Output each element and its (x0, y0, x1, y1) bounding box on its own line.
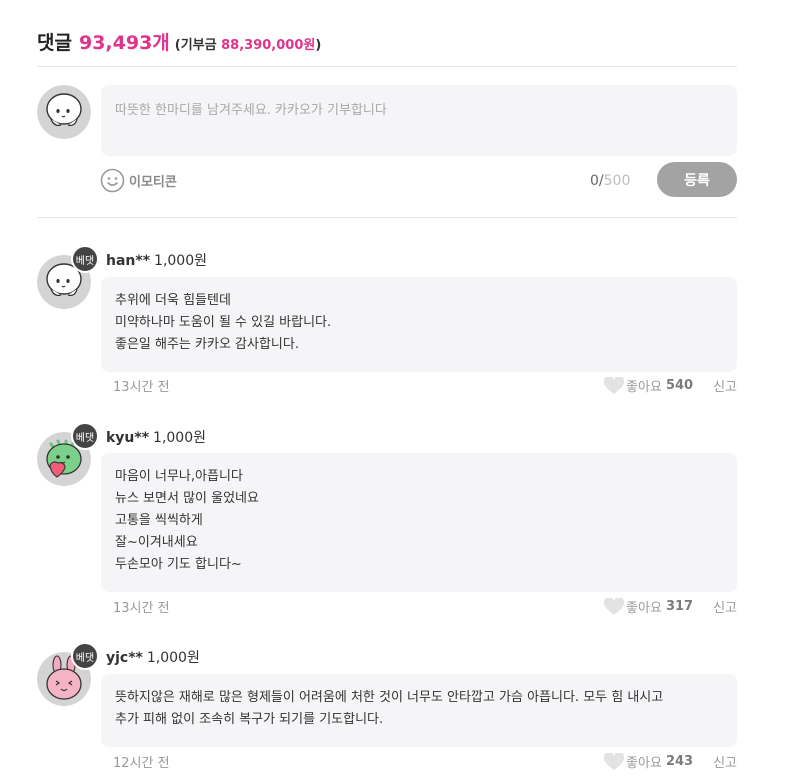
like-count: 243 (665, 754, 694, 769)
like-label: 좋아요 (626, 380, 662, 395)
like-button[interactable]: 좋아요 540 (604, 376, 693, 395)
report-button[interactable]: 신고 (713, 376, 737, 395)
header-divider (37, 66, 737, 67)
donation-amount: 88,390,000원 (221, 38, 316, 53)
best-comment-badge: 베댓 (71, 422, 99, 450)
comment-text-line: 미약하나마 도움이 될 수 있길 바랍니다. (115, 315, 332, 330)
comment-donation: 1,000원 (146, 650, 200, 666)
comment-text-line: 마음이 너무나,아픕니다 (115, 469, 243, 484)
comment-bubble: 추위에 더욱 힘들텐데 미약하나마 도움이 될 수 있길 바랍니다. 좋은일 해… (101, 277, 737, 372)
comment-text-line: 잘~이겨내세요 (115, 535, 198, 550)
donation-prefix: (기부금 (174, 38, 222, 53)
report-button[interactable]: 신고 (713, 597, 737, 616)
comment-text-line: 뜻하지않은 재해로 많은 형제들이 어려움에 처한 것이 너무도 안타깝고 가슴… (115, 690, 664, 705)
comment-input[interactable] (101, 85, 737, 156)
comment-text-line: 좋은일 해주는 카카오 감사합니다. (115, 337, 299, 352)
like-count: 317 (665, 599, 694, 614)
char-max: 500 (603, 173, 631, 189)
like-button[interactable]: 좋아요 243 (604, 752, 693, 771)
comment-donation: 1,000원 (154, 253, 207, 269)
best-comment-badge: 베댓 (71, 245, 99, 273)
comment-input-box[interactable] (101, 85, 737, 156)
comment-head: yjc** 1,000원 (106, 647, 200, 667)
like-label: 좋아요 (626, 601, 662, 616)
char-count: 0 (590, 173, 599, 189)
comment-bubble: 뜻하지않은 재해로 많은 형제들이 어려움에 처한 것이 너무도 안타깝고 가슴… (101, 674, 737, 747)
comment-text-line: 고통을 씩씩하게 (115, 513, 203, 528)
comment-actions: 좋아요 317 신고 (604, 597, 737, 616)
comment-label: 댓글 (37, 32, 72, 54)
comment-donation: 1,000원 (153, 430, 207, 446)
composer-divider (37, 217, 737, 218)
char-counter: 0/500 (590, 173, 630, 189)
best-comment-badge: 베댓 (71, 642, 99, 670)
comment-text-line: 추위에 더욱 힘들텐데 (115, 293, 231, 308)
comment-section: 댓글 93,493개 (기부금 88,390,000원) 이모티콘 0/500 … (0, 0, 808, 783)
comment-actions: 좋아요 540 신고 (604, 376, 737, 395)
comment-time: 12시간 전 (113, 756, 170, 771)
comment-time: 13시간 전 (113, 601, 170, 616)
donation-total: (기부금 88,390,000원) (175, 34, 322, 53)
comment-bubble: 마음이 너무나,아픕니다 뉴스 보면서 많이 울었네요 고통을 씩씩하게 잘~이… (101, 453, 737, 592)
user-avatar-icon (37, 85, 91, 139)
comment-head: kyu** 1,000원 (106, 427, 206, 447)
comment-header: 댓글 93,493개 (기부금 88,390,000원) (37, 28, 321, 58)
my-avatar (37, 85, 91, 139)
comment-text-line: 뉴스 보면서 많이 울었네요 (115, 491, 259, 506)
report-button[interactable]: 신고 (713, 752, 737, 771)
comment-time: 13시간 전 (113, 380, 170, 395)
emoticon-smile-icon (100, 168, 125, 192)
comment-user[interactable]: han** (106, 253, 150, 269)
like-button[interactable]: 좋아요 317 (604, 597, 693, 616)
like-label: 좋아요 (626, 756, 662, 771)
submit-button[interactable]: 등록 (657, 162, 737, 197)
comment-actions: 좋아요 243 신고 (604, 752, 737, 771)
comment-count: 93,493개 (78, 32, 170, 54)
emoticon-label: 이모티콘 (129, 174, 177, 190)
heart-icon (604, 597, 625, 615)
comment-text-line: 두손모아 기도 합니다~ (115, 557, 242, 572)
comment-head: han** 1,000원 (106, 250, 207, 270)
heart-icon (604, 752, 625, 770)
emoticon-button[interactable]: 이모티콘 (100, 167, 177, 193)
comment-user[interactable]: yjc** (106, 650, 143, 666)
like-count: 540 (665, 378, 694, 393)
comment-user[interactable]: kyu** (106, 430, 149, 446)
comment-text-line: 추가 피해 없이 조속히 복구가 되기를 기도합니다. (115, 712, 384, 727)
heart-icon (604, 376, 625, 394)
donation-suffix: ) (315, 38, 322, 53)
